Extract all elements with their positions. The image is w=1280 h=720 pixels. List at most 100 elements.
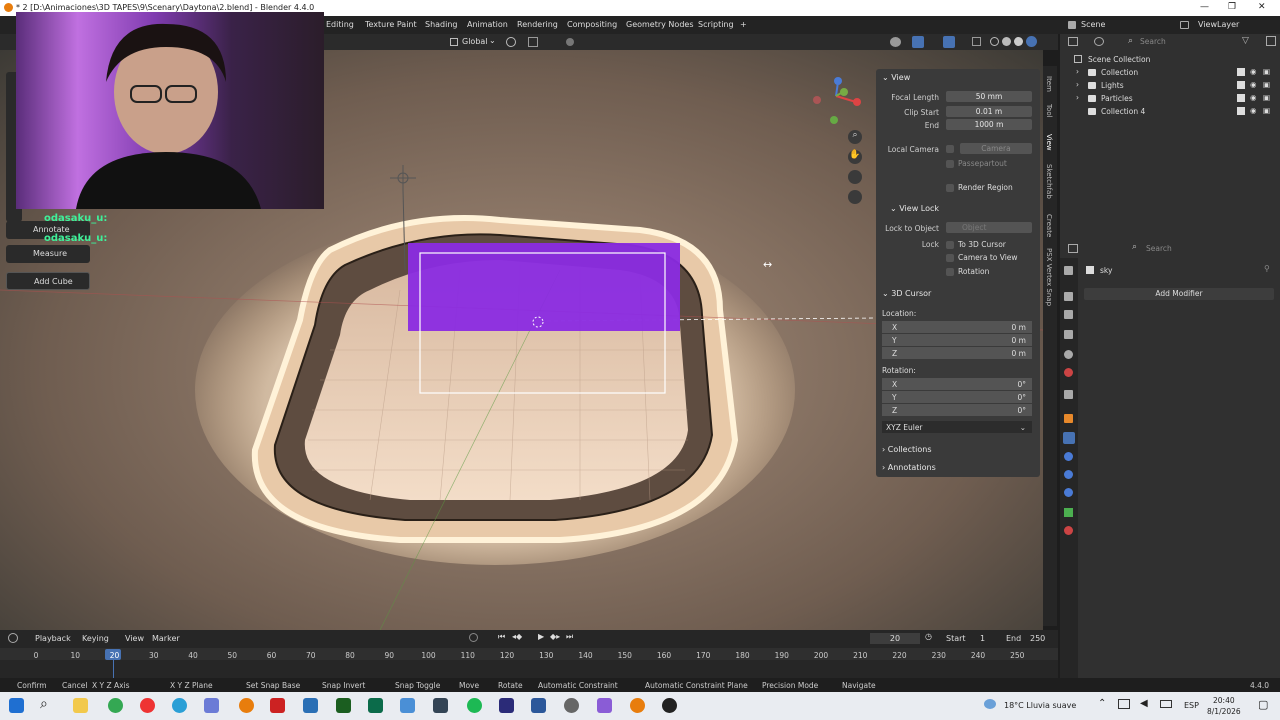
properties-search-input[interactable]: Search [1146, 244, 1238, 254]
material-shading-icon[interactable] [1014, 37, 1023, 46]
tab-create[interactable]: Create [1045, 214, 1053, 237]
tab-compositing[interactable]: Compositing [567, 20, 617, 29]
lock-object-field[interactable]: Object [946, 222, 1032, 233]
clock-date[interactable]: 8/1/2026 [1207, 707, 1241, 716]
pycharm-icon[interactable] [336, 698, 351, 713]
tab-editing[interactable]: Editing [326, 20, 354, 29]
view-section-header[interactable]: ⌄ View [882, 73, 910, 82]
local-camera-checkbox[interactable] [946, 145, 954, 153]
eye-icon[interactable]: ◉ [1250, 80, 1257, 89]
measure-tool[interactable]: Measure [6, 245, 90, 263]
search-icon[interactable]: ⌕ [40, 696, 48, 712]
tab-texture-paint[interactable]: Texture Paint [365, 20, 417, 29]
visibility-checkbox[interactable] [1237, 107, 1245, 115]
settings-icon[interactable] [564, 698, 579, 713]
scene-selector[interactable]: Scene [1081, 20, 1105, 29]
to-3d-cursor-option[interactable]: To 3D Cursor [946, 240, 1006, 249]
prev-keyframe-icon[interactable]: ◂◆ [512, 632, 522, 641]
windows-start-icon[interactable] [9, 698, 24, 713]
app-red-icon[interactable] [270, 698, 285, 713]
zoom-icon[interactable]: ⌕ [848, 130, 862, 144]
tab-animation[interactable]: Animation [467, 20, 508, 29]
after-effects-icon[interactable] [499, 698, 514, 713]
eye-icon[interactable]: ◉ [1250, 67, 1257, 76]
word-icon[interactable] [531, 698, 546, 713]
eye-icon[interactable]: ◉ [1250, 93, 1257, 102]
jump-start-icon[interactable]: ⏮ [498, 632, 505, 642]
render-region-option[interactable]: Render Region [946, 183, 1013, 192]
cursor-location-y[interactable]: Y0 m [882, 334, 1032, 346]
play-icon[interactable]: ▶ [538, 632, 544, 641]
perspective-grid-icon[interactable] [848, 190, 862, 204]
modifier-props-icon[interactable] [1063, 432, 1075, 444]
cursor-rotation-y[interactable]: Y 0° [882, 391, 1032, 403]
constraints-props-icon[interactable] [1064, 488, 1073, 497]
view-menu[interactable]: View [125, 634, 144, 643]
rotation-mode-dropdown[interactable]: XYZ Euler ⌄ [882, 421, 1032, 433]
material-props-icon[interactable] [1064, 526, 1073, 535]
world-props-icon[interactable] [1064, 368, 1073, 377]
focal-length-field[interactable]: 50 mm [946, 91, 1032, 102]
visibility-checkbox[interactable] [1237, 94, 1245, 102]
add-cube-tool[interactable]: Add Cube [6, 272, 90, 290]
end-frame-field[interactable]: 250 [1030, 634, 1045, 643]
visibility-checkbox[interactable] [1237, 68, 1245, 76]
tab-geometry-nodes[interactable]: Geometry Nodes [626, 20, 693, 29]
clip-end-field[interactable]: 1000 m [946, 119, 1032, 130]
physics-props-icon[interactable] [1064, 470, 1073, 479]
camera-render-icon[interactable]: ▣ [1263, 67, 1270, 76]
edge-icon[interactable] [172, 698, 187, 713]
display-mode-icon[interactable] [1094, 37, 1104, 46]
particles-props-icon[interactable] [1064, 452, 1073, 461]
camera-field[interactable]: Camera [960, 143, 1032, 154]
pin-icon[interactable]: ⚲ [1264, 264, 1270, 273]
record-icon[interactable] [662, 698, 677, 713]
tab-tool[interactable]: Tool [1045, 104, 1053, 118]
cursor-location-z[interactable]: Z0 m [882, 347, 1032, 359]
tool-props-icon[interactable] [1064, 266, 1073, 275]
tray-chevron-icon[interactable]: ⌃ [1098, 698, 1106, 709]
snap-icon[interactable] [528, 37, 538, 47]
tab-rendering[interactable]: Rendering [517, 20, 558, 29]
proportional-edit-icon[interactable] [566, 38, 574, 46]
outliner-item-collection[interactable]: › Collection ◉ ▣ [1060, 66, 1280, 79]
tab-psx-vertex-snap[interactable]: PSX Vertex Snap [1045, 248, 1053, 306]
annotations-header[interactable]: › Annotations [882, 463, 936, 472]
keying-menu[interactable]: Keying [82, 634, 109, 643]
scene-icon[interactable] [1068, 21, 1076, 29]
app-purple-icon[interactable] [597, 698, 612, 713]
file-explorer-icon[interactable] [73, 698, 88, 713]
notifications-icon[interactable]: ▢ [1258, 698, 1268, 711]
collections-header[interactable]: › Collections [882, 445, 932, 454]
start-frame-field[interactable]: 1 [980, 634, 985, 643]
scene-props-icon[interactable] [1064, 350, 1073, 359]
outliner-item-lights[interactable]: › Lights ◉ ▣ [1060, 79, 1280, 92]
language-label[interactable]: ESP [1184, 701, 1199, 710]
minimize-icon[interactable]: — [1200, 2, 1209, 12]
timeline-editor-icon[interactable] [8, 633, 18, 643]
jump-end-icon[interactable]: ⏭ [566, 632, 573, 642]
render-props-icon[interactable] [1064, 292, 1073, 301]
xray-icon[interactable] [972, 37, 981, 46]
weather-label[interactable]: 18°C Lluvia suave [1004, 701, 1076, 710]
wireframe-shading-icon[interactable] [990, 37, 999, 46]
cursor-rotation-x[interactable]: X 0° [882, 378, 1032, 390]
camera-to-view-option[interactable]: Camera to View [946, 253, 1018, 262]
scene-collection-row[interactable]: Scene Collection [1060, 53, 1280, 66]
marker-menu[interactable]: Marker [152, 634, 180, 643]
photoshop-icon[interactable] [303, 698, 318, 713]
camera-render-icon[interactable]: ▣ [1263, 80, 1270, 89]
tab-item[interactable]: Item [1045, 76, 1053, 92]
outliner-search-input[interactable]: Search [1140, 37, 1232, 47]
outliner-item-particles[interactable]: › Particles ◉ ▣ [1060, 92, 1280, 105]
blender-active-icon[interactable] [630, 698, 645, 713]
eye-icon[interactable]: ◉ [1250, 106, 1257, 115]
solid-shading-icon[interactable] [1002, 37, 1011, 46]
outliner-item-collection-4[interactable]: Collection 4 ◉ ▣ [1060, 105, 1280, 118]
add-modifier-button[interactable]: Add Modifier [1084, 288, 1274, 300]
cursor-rotation-z[interactable]: Z 0° [882, 404, 1032, 416]
clock-time[interactable]: 20:40 [1213, 696, 1235, 705]
collection-props-icon[interactable] [1064, 390, 1073, 399]
rendered-shading-icon[interactable] [1026, 36, 1037, 47]
auto-key-icon[interactable] [469, 633, 478, 642]
